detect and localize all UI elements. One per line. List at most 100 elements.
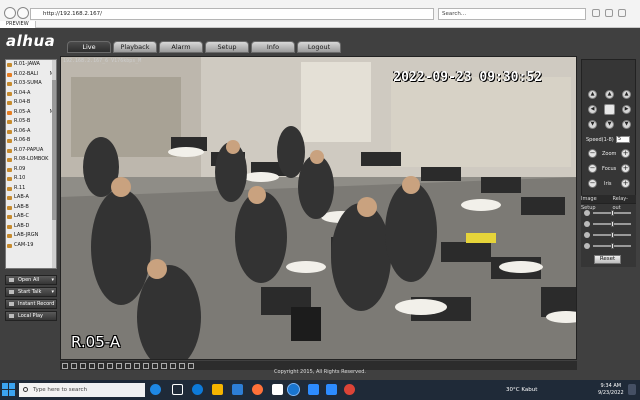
tab-live[interactable]: Live <box>67 41 111 53</box>
gear-icon[interactable] <box>618 9 626 17</box>
settings-icon[interactable] <box>188 362 194 369</box>
reset-button[interactable]: Reset <box>594 255 621 264</box>
tab-logout[interactable]: Logout <box>297 41 341 53</box>
notification-icon[interactable] <box>628 384 636 395</box>
saturation-slider[interactable] <box>593 232 631 238</box>
system-clock[interactable]: 9:34 AM 9/23/2022 <box>598 383 624 396</box>
firefox-icon[interactable] <box>252 384 263 395</box>
edge-icon[interactable] <box>192 384 203 395</box>
channel-item[interactable]: CAM-19 <box>6 241 56 251</box>
channel-item[interactable]: R.06-A <box>6 127 56 137</box>
ptz-down-right-icon[interactable]: ▼ <box>622 120 631 129</box>
task-view-icon[interactable] <box>172 384 183 395</box>
channel-item[interactable]: R.11 <box>6 184 56 194</box>
layout-4-icon[interactable] <box>71 362 77 369</box>
notepad-icon[interactable] <box>272 384 283 395</box>
tab-preview[interactable]: PREVIEW <box>0 21 36 28</box>
weather-widget[interactable]: 30°C Kabut <box>506 387 537 393</box>
channel-item[interactable]: R.06-B <box>6 136 56 146</box>
snapshot-icon[interactable] <box>134 362 140 369</box>
channel-item[interactable]: R.05-AM <box>6 108 56 118</box>
channel-item[interactable]: R.10 <box>6 174 56 184</box>
hue-slider[interactable] <box>593 243 631 249</box>
channel-item[interactable]: LAB-B <box>6 203 56 213</box>
channel-item[interactable]: LAB-C <box>6 212 56 222</box>
ptz-up-icon[interactable]: ▲ <box>605 90 614 99</box>
close-all-icon[interactable] <box>179 362 185 369</box>
cortana-icon[interactable] <box>150 384 161 395</box>
stop-icon[interactable] <box>161 362 167 369</box>
tab-alarm[interactable]: Alarm <box>159 41 203 53</box>
channel-item[interactable]: LAB-A <box>6 193 56 203</box>
zoom-in-icon[interactable]: + <box>621 149 630 158</box>
iris-close-icon[interactable]: − <box>588 179 597 188</box>
slider-knob[interactable] <box>611 243 614 249</box>
zoom-app-icon[interactable] <box>308 384 319 395</box>
channel-item[interactable]: R.02-BALIM <box>6 70 56 80</box>
taskbar-search-input[interactable]: Type here to search <box>19 383 145 397</box>
ptz-left-icon[interactable]: ◀ <box>588 105 597 114</box>
file-explorer-icon[interactable] <box>212 384 223 395</box>
home-icon[interactable] <box>592 9 600 17</box>
focus-in-icon[interactable]: + <box>621 164 630 173</box>
ptz-down-left-icon[interactable]: ▼ <box>588 120 597 129</box>
layout-1-icon[interactable] <box>62 362 68 369</box>
windows-start-icon[interactable] <box>2 383 16 397</box>
channel-item[interactable]: R.05-B <box>6 117 56 127</box>
store-icon[interactable] <box>232 384 243 395</box>
live-video-view[interactable]: 192.168.2.167_6 V176kbps_M 2022-09-23 09… <box>60 56 577 360</box>
tab-playback[interactable]: Playback <box>113 41 157 53</box>
internet-explorer-icon[interactable] <box>287 383 300 396</box>
contrast-slider[interactable] <box>593 221 631 227</box>
chevron-down-icon[interactable]: ▾ <box>51 276 54 284</box>
layout-custom-icon[interactable] <box>116 362 122 369</box>
channel-item[interactable]: LAB-D <box>6 222 56 232</box>
star-icon[interactable] <box>605 9 613 17</box>
tab-relay-out[interactable]: Relay-out <box>612 195 636 211</box>
slider-knob[interactable] <box>611 221 614 227</box>
tab-image-setup[interactable]: Image Setup <box>581 195 612 211</box>
iris-open-icon[interactable]: + <box>621 179 630 188</box>
instant-record-button[interactable]: Instant Record <box>5 299 57 309</box>
start-talk-button[interactable]: Start Talk ▾ <box>5 287 57 297</box>
fullscreen-icon[interactable] <box>125 362 131 369</box>
layout-9-icon[interactable] <box>80 362 86 369</box>
scrollbar-thumb[interactable] <box>52 80 56 220</box>
chevron-down-icon[interactable]: ▾ <box>51 288 54 296</box>
channel-item[interactable]: R.01-JAWA <box>6 60 56 70</box>
channel-item[interactable]: R.09 <box>6 165 56 175</box>
browser-search-input[interactable]: Search... <box>438 8 586 20</box>
open-all-button[interactable]: Open All ▾ <box>5 275 57 285</box>
channel-item[interactable]: R.08-LOMBOK <box>6 155 56 165</box>
brightness-slider[interactable] <box>593 210 631 216</box>
slider-knob[interactable] <box>611 232 614 238</box>
address-bar[interactable]: http://192.168.2.167/ <box>30 8 434 20</box>
ptz-center-icon[interactable] <box>604 104 615 115</box>
forward-icon[interactable] <box>17 7 29 19</box>
record-toggle-icon[interactable] <box>143 362 149 369</box>
back-icon[interactable] <box>4 7 16 19</box>
channel-item[interactable]: R.04-B <box>6 98 56 108</box>
chrome-icon[interactable] <box>344 384 355 395</box>
layout-16-icon[interactable] <box>89 362 95 369</box>
channel-item[interactable]: LAB-JRGN <box>6 231 56 241</box>
zoom-icon[interactable] <box>152 362 158 369</box>
meeting-icon[interactable] <box>326 384 337 395</box>
layout-25-icon[interactable] <box>98 362 104 369</box>
local-play-button[interactable]: Local Play <box>5 311 57 321</box>
ptz-right-icon[interactable]: ▶ <box>622 105 631 114</box>
focus-out-icon[interactable]: − <box>588 164 597 173</box>
channel-item[interactable]: R.07-PAPUA <box>6 146 56 156</box>
tab-info[interactable]: Info <box>251 41 295 53</box>
speed-select[interactable]: 5 <box>616 136 630 143</box>
channel-item[interactable]: R.03-SUMA <box>6 79 56 89</box>
ptz-up-left-icon[interactable]: ▲ <box>588 90 597 99</box>
layout-36-icon[interactable] <box>107 362 113 369</box>
channel-scrollbar[interactable] <box>52 60 56 268</box>
zoom-out-icon[interactable]: − <box>588 149 597 158</box>
channel-item[interactable]: R.04-A <box>6 89 56 99</box>
slider-knob[interactable] <box>611 210 614 216</box>
audio-icon[interactable] <box>170 362 176 369</box>
ptz-up-right-icon[interactable]: ▲ <box>622 90 631 99</box>
ptz-down-icon[interactable]: ▼ <box>605 120 614 129</box>
